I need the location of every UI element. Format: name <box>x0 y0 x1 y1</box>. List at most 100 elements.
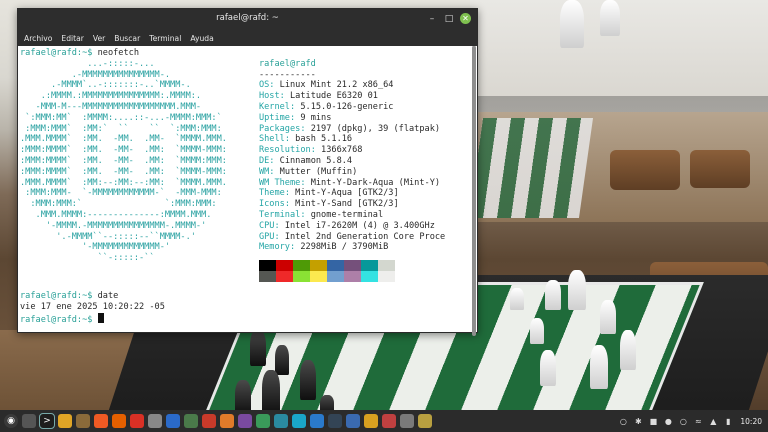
update-icon[interactable]: ○ <box>678 416 688 426</box>
brave-browser-icon[interactable] <box>94 414 108 428</box>
app-pencil-icon[interactable] <box>364 414 378 428</box>
info-value: Linux Mint 21.2 x86_64 <box>279 80 394 91</box>
info-colon: : <box>300 177 311 188</box>
info-row: Terminal: gnome-terminal <box>259 210 468 221</box>
app-purple-icon[interactable] <box>238 414 252 428</box>
menu-icon[interactable]: ◉ <box>4 414 18 428</box>
info-value: Mint-Y-Sand [GTK2/3] <box>295 199 399 210</box>
app-disc-icon[interactable] <box>400 414 414 428</box>
menu-buscar[interactable]: Buscar <box>114 34 140 43</box>
chess-piece <box>530 318 544 344</box>
firefox-icon[interactable] <box>112 414 126 428</box>
show-desktop-icon[interactable] <box>22 414 36 428</box>
info-row: Shell: bash 5.1.16 <box>259 134 468 145</box>
chess-piece <box>300 360 316 400</box>
color-swatch <box>360 260 378 272</box>
command-line: rafael@rafd:~$ neofetch <box>20 48 468 59</box>
logo-line: .-MMMMMMMMMMMMMMM-. <box>20 69 171 80</box>
color-swatch <box>258 260 276 272</box>
color-palette-row <box>258 271 468 283</box>
terminal-icon[interactable]: > <box>39 413 55 429</box>
app-green-icon[interactable] <box>256 414 270 428</box>
app-gear-icon[interactable] <box>418 414 432 428</box>
vscode-icon[interactable] <box>310 414 324 428</box>
command-line[interactable]: rafael@rafd:~$ <box>20 312 468 325</box>
color-swatch <box>292 271 310 283</box>
files-icon[interactable] <box>58 414 72 428</box>
app-red-icon[interactable] <box>202 414 216 428</box>
menu-terminal[interactable]: Terminal <box>149 34 181 43</box>
info-colon: : <box>289 101 301 112</box>
chess-piece <box>600 300 616 334</box>
logo-line: ...-:::::-... <box>20 58 155 69</box>
chromium-icon[interactable] <box>130 414 144 428</box>
prompt: rafael@rafd:~$ <box>20 48 98 58</box>
info-colon: : <box>284 134 296 145</box>
logo-line: :MMM:MMMM` :MM. -MM- .MM: `MMMM:MMM: <box>20 155 227 166</box>
menu-bar: Archivo Editar Ver Buscar Terminal Ayuda <box>18 30 477 46</box>
scrollbar[interactable] <box>472 46 476 336</box>
info-key: DE <box>258 155 270 166</box>
info-key: Theme <box>258 188 285 199</box>
info-value: bash 5.1.16 <box>295 134 353 145</box>
scrollbar-thumb[interactable] <box>472 46 476 336</box>
color-swatch <box>360 271 378 283</box>
info-colon: : <box>289 242 301 253</box>
minimize-icon[interactable]: – <box>426 13 438 25</box>
notification-icon[interactable]: ○ <box>618 416 628 426</box>
logo-line: .-MMMM`..-:::::::-..`MMMM-. <box>20 80 191 91</box>
menu-ver[interactable]: Ver <box>93 34 105 43</box>
menu-archivo[interactable]: Archivo <box>24 34 52 43</box>
info-key: OS <box>258 80 270 91</box>
info-value: Mint-Y-Aqua [GTK2/3] <box>295 188 399 199</box>
app-teal-icon[interactable] <box>274 414 288 428</box>
info-row: Packages: 2197 (dpkg), 39 (flatpak) <box>259 124 468 135</box>
info-colon: : <box>310 145 322 156</box>
maximize-icon[interactable]: □ <box>443 13 455 25</box>
info-value: Latitude E6320 01 <box>290 91 378 102</box>
logo-line: :MMM:MMM- `-MMMMMMMMMMMM-` -MMM-MMM: <box>20 188 222 199</box>
chess-piece <box>235 380 251 414</box>
wifi-icon[interactable]: ≈ <box>693 416 703 426</box>
color-swatch <box>309 260 327 272</box>
app-dark-icon[interactable] <box>328 414 342 428</box>
info-value: 2197 (dpkg), 39 (flatpak) <box>310 123 441 134</box>
info-header: rafael@rafd <box>258 58 316 69</box>
text-cursor <box>97 312 104 323</box>
close-icon[interactable]: ✕ <box>460 13 471 24</box>
volume-icon[interactable]: ▲ <box>708 416 718 426</box>
clock[interactable]: 10:20 <box>740 417 762 426</box>
terminal-output[interactable]: rafael@rafd:~$ neofetch ...-:::::-... .-… <box>18 46 470 332</box>
battery-icon[interactable]: ▮ <box>723 416 733 426</box>
app-cyan-icon[interactable] <box>292 414 306 428</box>
terminal-window[interactable]: rafael@rafd: ~ – □ ✕ Archivo Editar Ver … <box>17 8 478 336</box>
app-wave-icon[interactable] <box>382 414 396 428</box>
bluetooth-icon[interactable]: ✱ <box>633 416 643 426</box>
title-bar[interactable]: rafael@rafd: ~ – □ ✕ <box>18 9 477 30</box>
files-home-icon[interactable] <box>76 414 90 428</box>
info-value: Mint-Y-Dark-Aqua (Mint-Y) <box>310 177 441 188</box>
prompt: rafael@rafd:~$ <box>20 291 98 302</box>
system-tray: ○ ✱ ■ ● ○ ≈ ▲ ▮ 10:20 <box>618 410 762 432</box>
app-grid-icon[interactable] <box>184 414 198 428</box>
chess-piece <box>510 288 524 310</box>
info-value: 5.15.0-126-generic <box>300 101 394 112</box>
info-key: Resolution <box>258 145 311 156</box>
logo-line: :MMM:MMMM` :MM. -MM- .MM: `MMMM-MMM: <box>20 145 227 156</box>
logo-line: '.-MMMM``--:::::--``MMMM-.' <box>20 231 196 242</box>
chess-piece <box>545 280 561 310</box>
menu-ayuda[interactable]: Ayuda <box>190 34 213 43</box>
menu-editar[interactable]: Editar <box>61 34 83 43</box>
app-orange-icon[interactable] <box>220 414 234 428</box>
info-colon: : <box>284 199 296 210</box>
app-chart-icon[interactable] <box>346 414 360 428</box>
info-row: Resolution: 1366x768 <box>259 145 468 156</box>
text-editor-icon[interactable] <box>148 414 162 428</box>
app-blue-icon[interactable] <box>166 414 180 428</box>
color-swatch <box>326 260 344 272</box>
info-value: 9 mins <box>300 112 332 123</box>
people-icon[interactable]: ● <box>663 416 673 426</box>
info-colon: : <box>269 80 280 91</box>
logo-line: -MMM-M---MMMMMMMMMMMMMMMMMM.MMM- <box>20 101 202 112</box>
shield-icon[interactable]: ■ <box>648 416 658 426</box>
